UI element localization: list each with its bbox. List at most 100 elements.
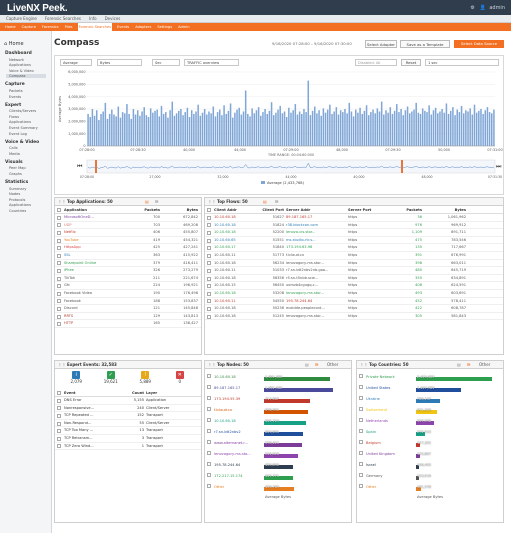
row-checkbox[interactable] bbox=[57, 314, 61, 319]
table-row[interactable]: YouTube 419 454,321 bbox=[55, 237, 201, 245]
row-checkbox[interactable] bbox=[57, 246, 61, 251]
bar-row[interactable]: 10.10.60.18 645,719 bbox=[205, 416, 351, 427]
table-row[interactable]: 10.10.60.15 56450 uomzb4cgugq.c... https 408… bbox=[205, 282, 503, 290]
column-header-server-addr[interactable]: Server Addr bbox=[286, 206, 348, 213]
bar-row[interactable]: Private Network 2,423,463 bbox=[357, 372, 503, 383]
table-row[interactable]: Facebook 188 153,837 bbox=[55, 298, 201, 306]
bar-row[interactable]: Germany 103,016 bbox=[357, 471, 503, 482]
bar-row[interactable]: lenovogory-ms.sto... 534,816 bbox=[205, 449, 351, 460]
bar-row[interactable]: United States 1,447,983 bbox=[357, 383, 503, 394]
event-count-info[interactable]: i 2,079 bbox=[62, 371, 90, 387]
row-checkbox[interactable] bbox=[207, 406, 211, 411]
row-checkbox[interactable] bbox=[207, 472, 211, 477]
average-select[interactable]: Average bbox=[60, 59, 92, 66]
table-row[interactable]: Gfc 224 196,921 bbox=[55, 282, 201, 290]
row-checkbox[interactable] bbox=[207, 450, 211, 455]
table-row[interactable]: 10.10.60.11 51773 f.icloud.cx https 391 676,9… bbox=[205, 252, 503, 260]
sidebar-item-applications[interactable]: Applications bbox=[9, 63, 31, 67]
bar-row[interactable]: 10.10.60.18 1,001,362 bbox=[205, 372, 351, 383]
select-data-source-button[interactable]: Select Data Source bbox=[454, 40, 504, 48]
other-toggle[interactable]: Other bbox=[479, 361, 490, 369]
row-checkbox[interactable] bbox=[57, 291, 61, 296]
menu-top-capture-engine[interactable]: Capture Engine bbox=[6, 15, 37, 22]
row-checkbox[interactable] bbox=[57, 398, 61, 403]
row-checkbox[interactable] bbox=[359, 373, 363, 378]
bar-row[interactable]: Other 161,578 bbox=[357, 482, 503, 493]
row-checkbox[interactable] bbox=[57, 322, 61, 327]
tab-events[interactable]: Events bbox=[116, 23, 130, 31]
tab-forensics[interactable]: Forensics bbox=[41, 23, 60, 31]
sidebar-item-peer-map[interactable]: Peer Map bbox=[9, 166, 26, 170]
bar-row[interactable]: 89.187.165.17 1,061,962 bbox=[205, 383, 351, 394]
table-row[interactable]: Non-Respond... 55 Client/Server bbox=[55, 420, 201, 428]
column-header-event[interactable]: Event bbox=[64, 389, 116, 396]
event-count-check[interactable]: ✓ 19,621 bbox=[97, 371, 125, 387]
table-view-icon[interactable]: ▤ bbox=[263, 198, 267, 206]
table-row[interactable]: Netflix 406 455,807 bbox=[55, 229, 201, 237]
sidebar-item-applications[interactable]: Applications bbox=[9, 120, 31, 124]
row-checkbox[interactable] bbox=[57, 230, 61, 235]
bar-row[interactable]: Netherlands 559,598 bbox=[357, 416, 503, 427]
table-row[interactable]: 10.10.60.65 51551 ms-studio-rtr.s... https 4… bbox=[205, 237, 503, 245]
row-checkbox[interactable] bbox=[57, 444, 61, 449]
menu-top-forensic-searches[interactable]: Forensic Searches bbox=[45, 15, 81, 22]
table-row[interactable]: 10.10.60.11 51033 r7.sn-btt2nbv2nb.goo... h… bbox=[205, 267, 503, 275]
row-checkbox[interactable] bbox=[359, 439, 363, 444]
table-row[interactable]: 10.10.60.18 52200 lenovo-cis.stor... https 1… bbox=[205, 229, 503, 237]
sidebar-item-applications[interactable]: Applications bbox=[9, 203, 31, 207]
row-checkbox[interactable] bbox=[207, 461, 211, 466]
bar-row[interactable]: www.alternanet.r... 578,411 bbox=[205, 438, 351, 449]
drag-handle-icon[interactable]: ⋮⋮ bbox=[58, 361, 66, 369]
bar-row[interactable]: 172.217.15.174 447,771 bbox=[205, 471, 351, 482]
row-checkbox[interactable] bbox=[57, 215, 61, 220]
row-checkbox[interactable] bbox=[207, 284, 211, 289]
column-header-server-port[interactable]: Server Port bbox=[348, 206, 384, 213]
row-checkbox[interactable] bbox=[207, 417, 211, 422]
drag-handle-icon[interactable]: ⋮⋮ bbox=[360, 361, 368, 369]
table-row[interactable]: 10.10.60.18 53208 lenovogory-ms.stor... htt… bbox=[205, 290, 503, 298]
tab-adapters[interactable]: Adapters bbox=[134, 23, 152, 31]
gear-icon[interactable]: ⚙ bbox=[470, 5, 474, 11]
row-checkbox[interactable] bbox=[57, 261, 61, 266]
table-row[interactable]: TCP Repeated ... 152 Transport bbox=[55, 412, 201, 420]
row-checkbox[interactable] bbox=[359, 406, 363, 411]
column-header-bytes[interactable]: Bytes bbox=[424, 206, 468, 213]
bar-row[interactable]: Switzerland 671,326 bbox=[357, 405, 503, 416]
chart-view-icon[interactable]: ⊪ bbox=[275, 198, 279, 206]
row-checkbox[interactable] bbox=[207, 238, 211, 243]
table-row[interactable]: SSL 363 415,922 bbox=[55, 252, 201, 260]
row-checkbox[interactable] bbox=[207, 483, 211, 488]
column-header-layer[interactable]: Layer bbox=[146, 389, 188, 396]
bar-row[interactable]: Israel 106,405 bbox=[357, 460, 503, 471]
row-checkbox[interactable] bbox=[207, 253, 211, 258]
sidebar-item-nodes[interactable]: Nodes bbox=[9, 192, 20, 196]
table-view-icon[interactable]: ▤ bbox=[145, 198, 149, 206]
table-row[interactable]: 10.10.60.18 56356 r5.sn-t5nbb.scw... https 3… bbox=[205, 275, 503, 283]
row-checkbox[interactable] bbox=[207, 395, 211, 400]
table-row[interactable]: Discord 121 145,848 bbox=[55, 305, 201, 313]
table-row[interactable]: 10.10.60.18 51824 r38.blockcon.com https 976… bbox=[205, 222, 503, 230]
table-row[interactable]: 10.10.60.18 51627 89.187.165.17 https 36 1,06… bbox=[205, 214, 503, 222]
row-checkbox[interactable] bbox=[207, 306, 211, 311]
table-row[interactable]: 10.10.60.18 50236 ecoldde.peoplecont... htt… bbox=[205, 305, 503, 313]
table-row[interactable]: UDP 703 469,208 bbox=[55, 222, 201, 230]
sidebar-item-clients-servers[interactable]: Clients/Servers bbox=[9, 109, 36, 113]
sidebar-item-flows[interactable]: Flows bbox=[9, 115, 19, 119]
chart-view-icon[interactable]: ⊪ bbox=[315, 361, 319, 369]
user-icon[interactable]: 👤 bbox=[480, 5, 486, 11]
header-checkbox[interactable] bbox=[57, 390, 61, 395]
disabled-select[interactable]: Disabled: All bbox=[355, 59, 397, 66]
row-checkbox[interactable] bbox=[207, 291, 211, 296]
table-row[interactable]: MicrosoftOneD... 700 672,842 bbox=[55, 214, 201, 222]
row-checkbox[interactable] bbox=[207, 384, 211, 389]
column-header-packets[interactable]: Packets bbox=[384, 206, 424, 213]
bar-row[interactable]: r7.sn-btt2nbv2 603,691 bbox=[205, 427, 351, 438]
row-checkbox[interactable] bbox=[359, 472, 363, 477]
row-checkbox[interactable] bbox=[207, 439, 211, 444]
column-header-client-port[interactable]: Client Port bbox=[254, 206, 286, 213]
sidebar-item-countries[interactable]: Countries bbox=[9, 209, 26, 213]
select-adapter-button[interactable]: Select Adapter bbox=[365, 40, 397, 48]
column-header-client-addr[interactable]: Client Addr bbox=[214, 206, 254, 213]
sec-select[interactable]: Sec bbox=[152, 59, 180, 66]
table-row[interactable]: TCP Retransm... 3 Transport bbox=[55, 435, 201, 443]
